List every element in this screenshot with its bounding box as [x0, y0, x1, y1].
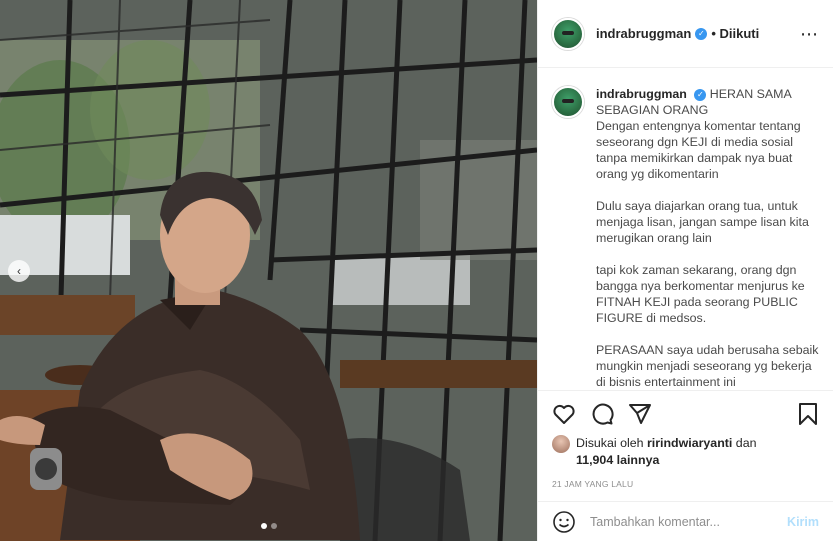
- carousel-dot: [270, 523, 277, 529]
- heart-icon[interactable]: [552, 402, 576, 426]
- liker-username-link[interactable]: ririndwiaryanti: [647, 436, 732, 450]
- caption-paragraph-3: tapi kok zaman sekarang, orang dgn bangg…: [596, 263, 805, 325]
- caption-paragraph-1: HERAN SAMA SEBAGIAN ORANG Dengan entengn…: [596, 87, 801, 181]
- post-timestamp[interactable]: 21 JAM YANG LALU: [552, 479, 819, 489]
- verified-badge-icon: ✓: [694, 88, 707, 101]
- chevron-left-icon: ‹: [17, 264, 21, 278]
- caption-paragraph-2: Dulu saya diajarkan orang tua, untuk men…: [596, 199, 809, 245]
- caption-paragraph-4: PERASAAN saya udah berusaha sebaik mungk…: [596, 343, 819, 389]
- caption-text: indrabruggman ✓ HERAN SAMA SEBAGIAN ORAN…: [596, 86, 819, 390]
- likes-text: Disukai oleh ririndwiaryanti dan 11,904 …: [576, 435, 756, 469]
- avatar[interactable]: [552, 17, 584, 50]
- post-photo: ‹: [0, 0, 537, 541]
- post-header: indrabruggman ✓ • Diikuti ⋯: [538, 0, 833, 68]
- comment-icon[interactable]: [590, 402, 614, 426]
- action-bar: Disukai oleh ririndwiaryanti dan 11,904 …: [538, 390, 833, 510]
- username-link[interactable]: indrabruggman: [596, 26, 691, 41]
- likes-prefix: Disukai oleh: [576, 436, 644, 450]
- more-options-icon[interactable]: ⋯: [800, 25, 819, 43]
- post-sidebar: indrabruggman ✓ • Diikuti ⋯ indrabruggma…: [537, 0, 833, 541]
- caption-avatar[interactable]: [552, 86, 584, 118]
- caption-paragraph: indrabruggman ✓ HERAN SAMA SEBAGIAN ORAN…: [596, 86, 819, 182]
- carousel-indicator: [0, 523, 537, 529]
- follow-status[interactable]: • Diikuti: [711, 26, 759, 41]
- verified-badge-icon: ✓: [695, 27, 708, 40]
- comment-form: Kirim: [538, 501, 833, 541]
- bookmark-icon[interactable]: [797, 402, 819, 426]
- post-comment-button[interactable]: Kirim: [787, 515, 819, 529]
- post-image-illustration: [0, 0, 537, 541]
- carousel-dot-active: [260, 523, 267, 529]
- smiley-icon[interactable]: [552, 510, 576, 534]
- caption-section: indrabruggman ✓ HERAN SAMA SEBAGIAN ORAN…: [538, 68, 833, 390]
- caption-username-link[interactable]: indrabruggman: [596, 87, 687, 101]
- liker-avatar[interactable]: [552, 435, 570, 453]
- carousel-prev-button[interactable]: ‹: [8, 260, 30, 282]
- likes-count-link[interactable]: 11,904 lainnya: [576, 453, 659, 467]
- comment-input[interactable]: [590, 514, 788, 529]
- share-icon[interactable]: [628, 402, 652, 426]
- likes-summary: Disukai oleh ririndwiaryanti dan 11,904 …: [552, 435, 819, 469]
- likes-conjunction: dan: [735, 436, 757, 450]
- action-icons: [552, 401, 819, 427]
